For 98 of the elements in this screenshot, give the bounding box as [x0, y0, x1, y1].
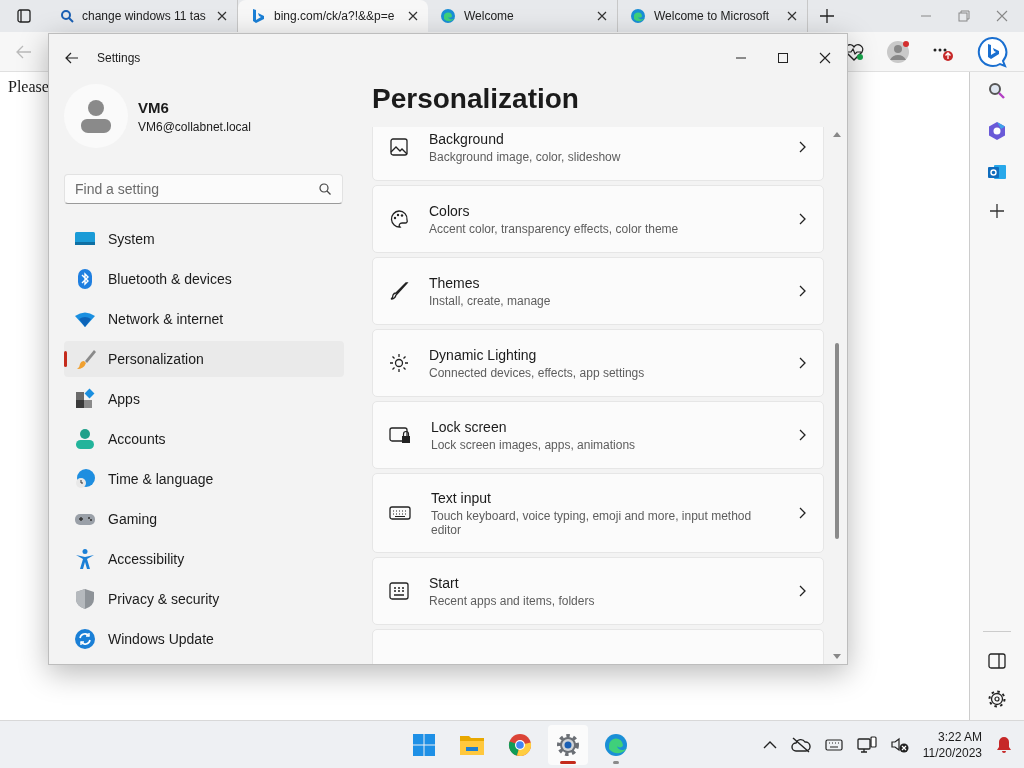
page-text: Please	[8, 78, 49, 95]
settings-card[interactable]: Themes Install, create, manage	[372, 257, 824, 325]
profile-avatar-icon[interactable]	[886, 39, 910, 64]
person-silhouette-icon	[81, 99, 111, 133]
window-title: Settings	[97, 51, 141, 65]
settings-card[interactable]: Lock screen Lock screen images, apps, animations	[372, 401, 824, 469]
chevron-right-icon	[797, 507, 807, 519]
keyboard-icon[interactable]	[824, 738, 843, 751]
tab-actions-icon[interactable]	[17, 9, 31, 23]
card-description: Recent apps and items, folders	[429, 593, 596, 608]
search-field[interactable]: Find a setting	[64, 174, 343, 204]
settings-card[interactable]: Background Background image, color, slideshow	[372, 127, 824, 181]
scroll-down-icon[interactable]	[833, 654, 841, 660]
card-title: Dynamic Lighting	[429, 346, 538, 363]
clock-time: 3:22 AM	[937, 728, 982, 745]
card-title: Lock screen	[431, 418, 508, 435]
new-tab-icon[interactable]	[820, 9, 834, 23]
chevron-right-icon	[797, 357, 807, 369]
add-icon[interactable]	[989, 203, 1005, 219]
taskbar-app[interactable]	[548, 724, 588, 765]
settings-card[interactable]: Text input Touch keyboard, voice typing, emoji and more, input method editor	[372, 473, 824, 553]
card-description: Install, create, manage	[429, 293, 552, 308]
nav-item[interactable]: Network & internet	[64, 301, 344, 337]
network-icon[interactable]	[856, 735, 877, 754]
nav-item[interactable]: Time & language	[64, 461, 344, 497]
close-icon[interactable]	[597, 11, 607, 21]
nav-item[interactable]: Accessibility	[64, 541, 344, 577]
hexagon-app-icon[interactable]	[987, 121, 1007, 141]
card-title: Background	[429, 130, 505, 147]
sun-icon	[389, 353, 409, 373]
close-icon[interactable]	[217, 11, 227, 21]
user-name: VM6	[138, 98, 170, 116]
image-icon	[389, 137, 409, 157]
nav-item[interactable]: Personalization	[64, 341, 344, 377]
outlook-icon[interactable]	[987, 162, 1007, 182]
chevron-right-icon	[797, 429, 807, 441]
edge-icon	[630, 8, 646, 24]
chevron-right-icon	[797, 585, 807, 597]
sync-icon	[74, 628, 96, 650]
chevron-right-icon	[797, 213, 807, 225]
volume-muted-icon[interactable]	[890, 736, 909, 753]
brush-icon	[389, 281, 409, 301]
chevron-right-icon	[797, 141, 807, 153]
card-title: Themes	[429, 274, 481, 291]
nav-item[interactable]: Privacy & security	[64, 581, 344, 617]
accessibility-icon	[74, 548, 96, 570]
close-icon[interactable]	[787, 11, 797, 21]
bing-icon	[250, 8, 266, 24]
close-icon[interactable]	[819, 52, 831, 64]
nav-item[interactable]: Windows Update	[64, 621, 344, 657]
start-menu-icon	[389, 581, 409, 601]
edge-icon[interactable]	[604, 732, 628, 757]
settings-icon[interactable]	[988, 690, 1006, 708]
nav-item[interactable]: Accounts	[64, 421, 344, 457]
card-description: Connected devices, effects, app settings	[429, 365, 646, 380]
apps-icon	[74, 388, 96, 410]
card-title: Colors	[429, 202, 471, 219]
user-email: VM6@collabnet.local	[138, 119, 251, 134]
sidebar-panel-icon[interactable]	[988, 653, 1006, 669]
card-description: Accent color, transparency effects, color theme	[429, 221, 680, 236]
bing-chat-icon[interactable]	[976, 35, 1008, 68]
windows-logo-icon[interactable]	[412, 732, 436, 757]
edge-icon	[440, 8, 456, 24]
card-title: Text input	[431, 489, 492, 506]
scrollbar-thumb[interactable]	[835, 343, 839, 539]
close-icon[interactable]	[408, 11, 418, 21]
search-icon[interactable]	[988, 82, 1006, 100]
cloud-off-icon[interactable]	[790, 736, 811, 753]
card-description: Background image, color, slideshow	[429, 149, 622, 164]
settings-card[interactable]: Colors Accent color, transparency effects, color theme	[372, 185, 824, 253]
card-title: Start	[429, 574, 460, 591]
page-heading: Personalization	[371, 81, 580, 116]
person-icon	[74, 428, 96, 450]
chrome-icon[interactable]	[508, 732, 532, 757]
card-description: Lock screen images, apps, animations	[431, 437, 637, 452]
palette-icon	[389, 209, 409, 229]
nav-item[interactable]: System	[64, 221, 344, 257]
maximize-icon[interactable]	[777, 52, 789, 64]
back-icon[interactable]	[65, 52, 79, 64]
search-icon	[319, 183, 331, 195]
nav-item[interactable]: Gaming	[64, 501, 344, 537]
globe-clock-icon	[74, 468, 96, 490]
scroll-up-icon[interactable]	[833, 131, 841, 137]
chevron-right-icon	[797, 285, 807, 297]
gear-icon[interactable]	[556, 732, 580, 757]
lock-screen-icon	[389, 425, 411, 445]
keyboard-icon	[389, 503, 411, 523]
nav-item[interactable]: Apps	[64, 381, 344, 417]
search-icon	[60, 9, 74, 23]
card-description: Touch keyboard, voice typing, emoji and more, input method editor	[431, 508, 753, 537]
browser-tab[interactable]: bing.com/ck/a?!&&p=e	[238, 0, 428, 32]
nav-item[interactable]: Bluetooth & devices	[64, 261, 344, 297]
settings-card[interactable]: Start Recent apps and items, folders	[372, 557, 824, 625]
chevron-up-icon[interactable]	[762, 739, 777, 750]
settings-card[interactable]: Dynamic Lighting Connected devices, effects, app settings	[372, 329, 824, 397]
notification-bell-icon[interactable]	[996, 735, 1012, 754]
clock-date: 11/20/2023	[922, 744, 982, 761]
shield-icon	[74, 588, 96, 610]
